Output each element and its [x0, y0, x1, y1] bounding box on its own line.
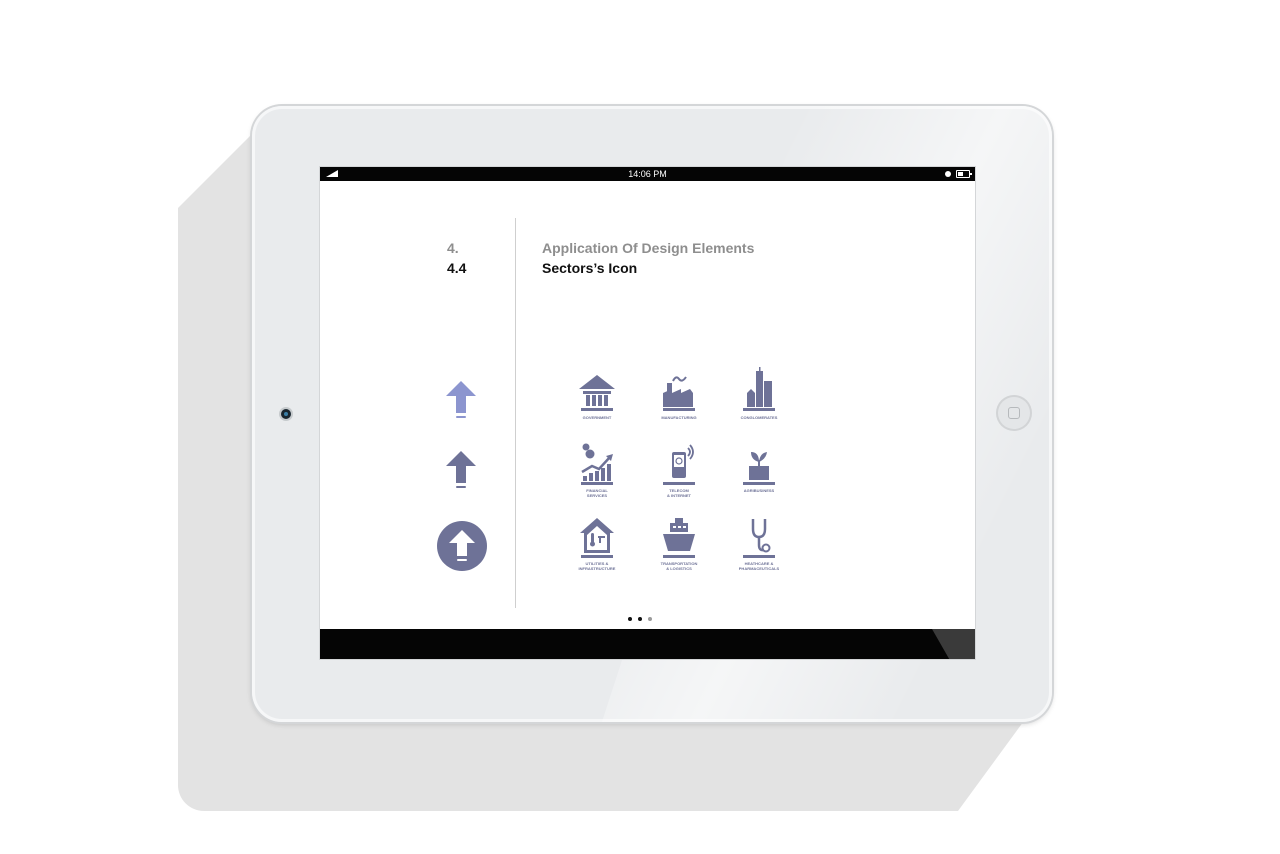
page-dot-1[interactable]	[628, 617, 632, 621]
sector-label: TELECOM & INTERNET	[667, 488, 691, 498]
battery-icon	[956, 170, 972, 178]
arrow-up-circle-icon	[437, 521, 487, 571]
telecom-internet-icon	[663, 444, 695, 485]
sector-financial-services: FINANCIAL SERVICES	[565, 442, 629, 506]
sector-manufacturing: MANUFACTURING	[647, 367, 711, 431]
rotation-lock-icon	[945, 171, 951, 177]
arrow-up-dark-icon	[446, 451, 476, 488]
camera-icon	[281, 409, 291, 419]
conglomerates-icon	[743, 367, 775, 411]
page-dot-2[interactable]	[638, 617, 642, 621]
page-indicator	[626, 615, 666, 623]
utilities-infrastructure-icon	[580, 518, 614, 558]
status-bar: 14:06 PM	[320, 167, 975, 181]
section-number: 4.	[447, 240, 459, 256]
sector-government: GOVERNMENT	[565, 367, 629, 431]
financial-services-icon	[581, 443, 613, 485]
sector-agribusiness: AGRIBUSINESS	[727, 442, 791, 506]
sector-telecom-internet: TELECOM & INTERNET	[647, 442, 711, 506]
sector-healthcare-pharmaceuticals: HEATHCARE & PHARMACEUTICALS	[727, 515, 791, 579]
vertical-divider	[515, 218, 516, 608]
sector-label: HEATHCARE & PHARMACEUTICALS	[738, 561, 780, 571]
sector-conglomerates: CONGLOMERATES	[727, 367, 791, 431]
page-dot-3[interactable]	[648, 617, 652, 621]
agribusiness-icon	[743, 452, 775, 485]
sector-label: UTILITIES & INFRASTRUCTURE	[578, 561, 616, 571]
bottom-bar	[320, 629, 975, 659]
sector-label: AGRIBUSINESS	[743, 488, 775, 493]
government-icon	[579, 375, 615, 411]
section-title: Application Of Design Elements	[542, 240, 755, 256]
sector-label: TRANSPORTATION & LOGISTICS	[660, 561, 698, 571]
sector-label: MANUFACTURING	[661, 415, 697, 420]
tablet-screen: 14:06 PM 4. 4.4 Application Of Design El…	[320, 167, 975, 659]
subsection-number: 4.4	[447, 260, 467, 276]
page-title: Sectors’s Icon	[542, 260, 638, 276]
transportation-logistics-icon	[663, 518, 695, 558]
manufacturing-icon	[663, 376, 695, 411]
healthcare-pharmaceuticals-icon	[743, 519, 775, 558]
sector-utilities-infrastructure: UTILITIES & INFRASTRUCTURE	[565, 515, 629, 579]
arrow-up-light-icon	[446, 381, 476, 418]
sector-label: GOVERNMENT	[582, 415, 612, 420]
sector-transportation-logistics: TRANSPORTATION & LOGISTICS	[647, 515, 711, 579]
sector-label: FINANCIAL SERVICES	[586, 488, 608, 498]
screen-glare	[932, 629, 975, 659]
home-button[interactable]	[996, 395, 1032, 431]
sector-label: CONGLOMERATES	[740, 415, 778, 420]
status-time: 14:06 PM	[628, 169, 667, 179]
